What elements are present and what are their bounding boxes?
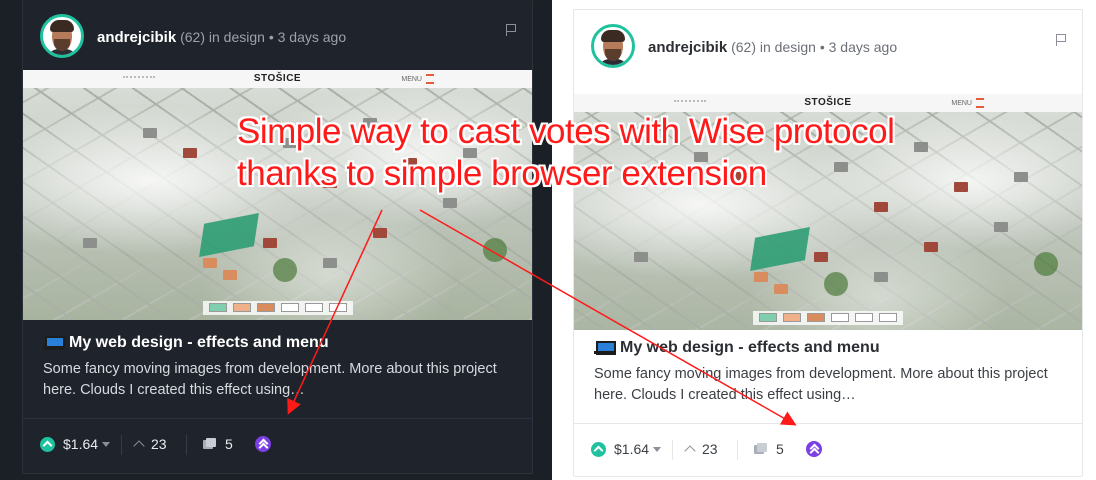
chevron-down-icon[interactable] — [653, 446, 662, 452]
annotation-caption: Simple way to cast votes with Wise proto… — [237, 111, 895, 195]
post-card-dark[interactable]: andrejcibik (62) in design • 3 days ago … — [22, 0, 533, 474]
comments-count[interactable]: 5 — [754, 441, 784, 457]
wise-vote-button[interactable] — [255, 436, 271, 452]
comments-icon — [203, 438, 217, 450]
selected-plot — [199, 212, 259, 258]
author-reputation: (62) — [731, 39, 756, 55]
site-logo: STOŠICE — [253, 73, 302, 84]
post-footer: $1.64 23 5 — [574, 423, 1082, 473]
flag-icon[interactable] — [506, 24, 516, 36]
post-title[interactable]: My web design - effects and menu — [594, 339, 880, 357]
wise-vote-button[interactable] — [806, 441, 822, 457]
author-reputation: (62) — [180, 29, 205, 45]
post-header: andrejcibik (62) in design • 3 days ago — [23, 0, 532, 70]
site-logo: STOŠICE — [804, 97, 852, 108]
post-summary[interactable]: Some fancy moving images from developmen… — [43, 359, 513, 401]
wise-vote-icon[interactable] — [255, 436, 271, 452]
chevron-up-icon — [133, 440, 145, 452]
site-menu-label: MENU — [401, 74, 434, 84]
author-name[interactable]: andrejcibik — [97, 29, 176, 46]
chevron-down-icon[interactable] — [102, 441, 111, 447]
wise-vote-icon[interactable] — [806, 441, 822, 457]
chevron-up-icon — [684, 445, 696, 457]
post-card-light[interactable]: andrejcibik (62) in design • 3 days ago … — [573, 9, 1083, 477]
flag-icon[interactable] — [1056, 34, 1066, 46]
author-avatar[interactable] — [40, 14, 84, 58]
post-summary[interactable]: Some fancy moving images from developmen… — [594, 364, 1064, 406]
payout-control[interactable]: $1.64 — [40, 436, 111, 452]
post-title[interactable]: My web design - effects and menu — [43, 334, 329, 352]
post-image[interactable]: STOŠICE MENU — [23, 70, 532, 320]
payout-amount: $1.64 — [614, 441, 650, 457]
selected-plot — [750, 226, 810, 272]
site-header-preview: STOŠICE MENU — [23, 70, 532, 88]
plot-legend — [753, 311, 903, 325]
post-category-time: in design • 3 days ago — [205, 29, 347, 45]
author-avatar[interactable] — [591, 24, 635, 68]
site-header-preview: STOŠICE MENU — [574, 94, 1082, 112]
post-category-time: in design • 3 days ago — [756, 39, 898, 55]
votes-count[interactable]: 23 — [684, 441, 718, 457]
comments-count[interactable]: 5 — [203, 436, 233, 452]
payout-amount: $1.64 — [63, 436, 99, 452]
votes-count[interactable]: 23 — [133, 436, 167, 452]
site-menu-label: MENU — [951, 98, 984, 108]
comments-icon — [754, 443, 768, 455]
post-meta: andrejcibik (62) in design • 3 days ago — [97, 29, 346, 46]
plot-legend — [202, 301, 353, 315]
upvote-circle-icon[interactable] — [40, 436, 55, 452]
post-header: andrejcibik (62) in design • 3 days ago — [574, 10, 1082, 80]
post-footer: $1.64 23 5 — [23, 418, 532, 468]
payout-control[interactable]: $1.64 — [591, 441, 662, 457]
laptop-icon — [594, 341, 616, 355]
upvote-circle-icon[interactable] — [591, 441, 606, 457]
author-name[interactable]: andrejcibik — [648, 39, 727, 56]
annotation-line-1: Simple way to cast votes with Wise proto… — [237, 112, 895, 151]
post-meta: andrejcibik (62) in design • 3 days ago — [648, 39, 897, 56]
laptop-icon — [43, 336, 65, 350]
annotation-line-2: thanks to simple browser extension — [237, 154, 767, 193]
